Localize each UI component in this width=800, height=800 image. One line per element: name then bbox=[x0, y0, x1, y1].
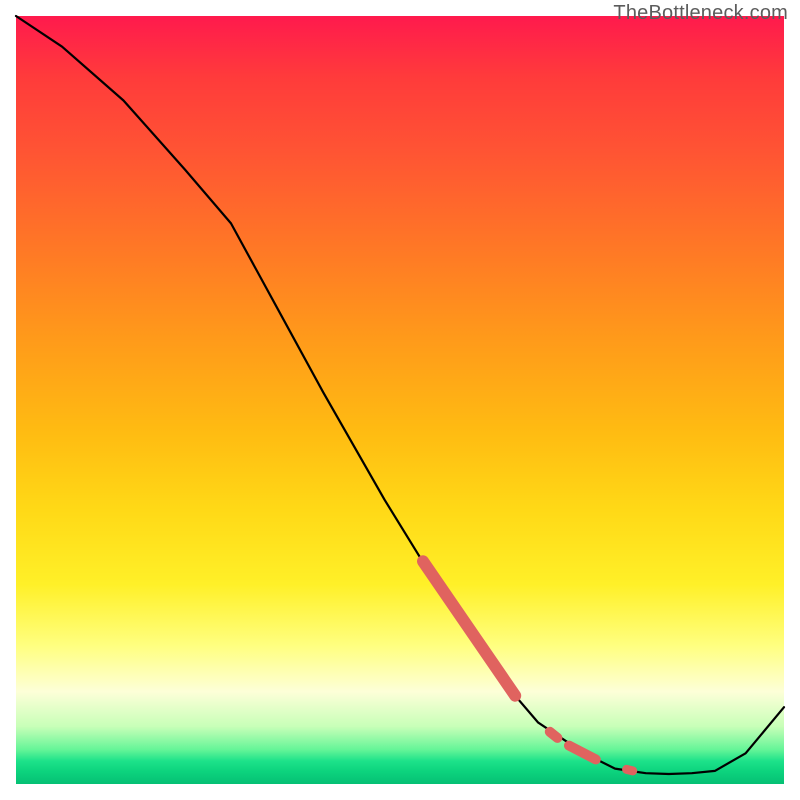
chart-marker-segment bbox=[569, 746, 596, 760]
chart-plot-area bbox=[16, 16, 784, 784]
chart-line-series bbox=[16, 16, 784, 774]
chart-marker-segment bbox=[423, 561, 515, 695]
chart-marker-segment bbox=[550, 732, 558, 738]
chart-markers bbox=[423, 561, 633, 771]
chart-container: TheBottleneck.com bbox=[0, 0, 800, 800]
chart-marker-segment bbox=[627, 769, 633, 771]
